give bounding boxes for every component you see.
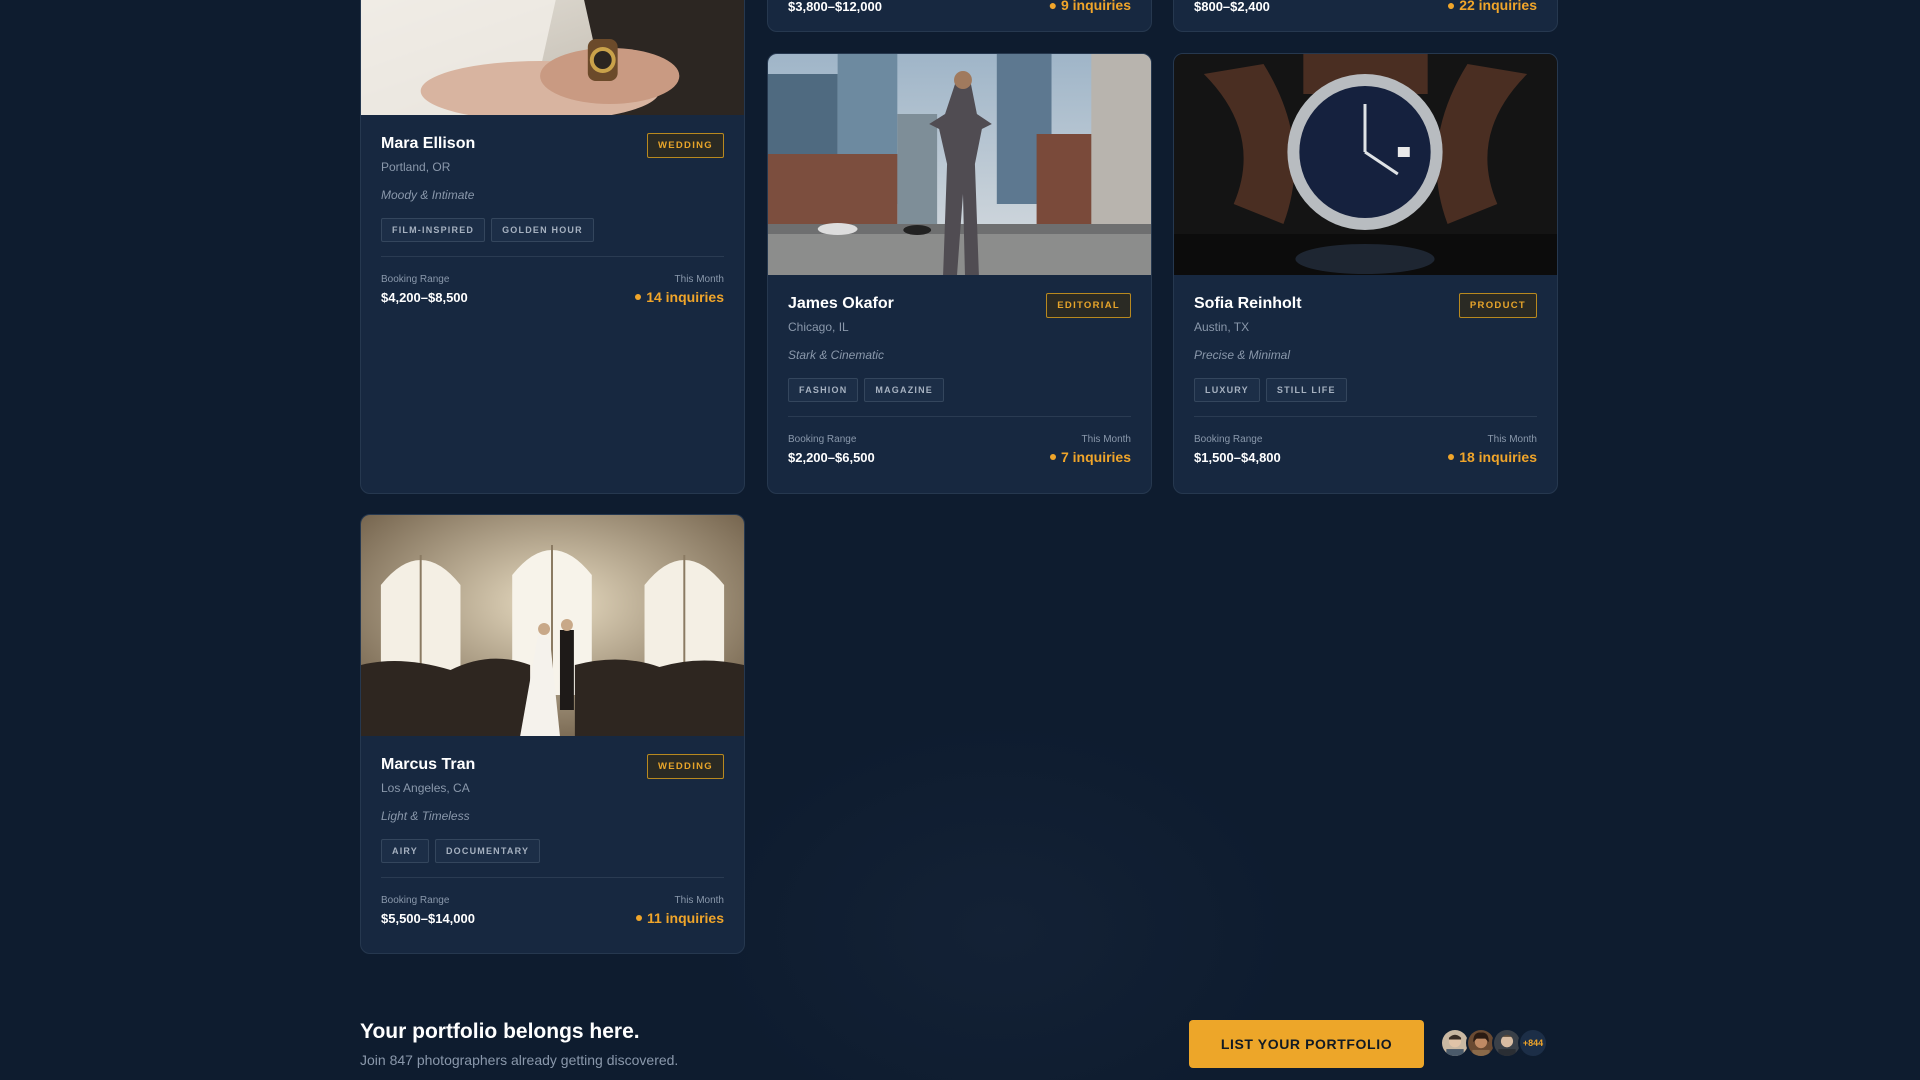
location: Portland, OR [381,160,451,174]
card-fragment[interactable]: $3,800–$12,000 ● 9 inquiries [767,0,1152,32]
photographer-card[interactable]: Sofia Reinholt Austin, TX Precise & Mini… [1173,53,1558,494]
card-stats: Booking Range $5,500–$14,000 This Month … [381,895,724,944]
booking-label: Booking Range [788,434,857,445]
month-label: This Month [1081,434,1131,445]
watch-product-image [1174,54,1557,275]
portfolio-photo[interactable] [361,515,744,736]
card-fragment[interactable]: $800–$2,400 ● 22 inquiries [1173,0,1558,32]
tag[interactable]: FASHION [788,378,859,402]
portfolio-photo[interactable] [768,54,1151,275]
inquiries-count: 18 inquiries [1448,449,1537,465]
tag[interactable]: MAGAZINE [864,378,945,402]
card-body: Sofia Reinholt Austin, TX Precise & Mini… [1174,275,1557,483]
photographer-card[interactable]: Mara Ellison Portland, OR Moody & Intima… [360,0,745,494]
card-body: Marcus Tran Los Angeles, CA Light & Time… [361,736,744,944]
tag-list: LUXURY STILL LIFE [1194,378,1537,402]
page: $3,800–$12,000 ● 9 inquiries $800–$2,400… [0,0,1920,1080]
booking-label: Booking Range [381,895,450,906]
photographer-card[interactable]: Marcus Tran Los Angeles, CA Light & Time… [360,514,745,954]
card-body: James Okafor Chicago, IL Stark & Cinemat… [768,275,1151,483]
avatar-count: +844 [1518,1028,1548,1058]
tag[interactable]: FILM-INSPIRED [381,218,486,242]
cta-title: Your portfolio belongs here. [360,1020,640,1043]
booking-price: $800–$2,400 [1194,0,1270,14]
booking-range: $5,500–$14,000 [381,911,475,926]
cta-subtitle: Join 847 photographers already getting d… [360,1052,679,1068]
card-stats: Booking Range $2,200–$6,500 This Month 7… [788,434,1131,483]
status-dot-icon [1448,454,1455,461]
inquiries-count: ● 9 inquiries [1048,0,1131,13]
location: Austin, TX [1194,320,1250,334]
month-label: This Month [1487,434,1537,445]
tag[interactable]: AIRY [381,839,429,863]
booking-range: $4,200–$8,500 [381,290,468,305]
card-body: Mara Ellison Portland, OR Moody & Intima… [361,115,744,323]
style-descriptor: Precise & Minimal [1194,348,1291,362]
location: Los Angeles, CA [381,781,470,795]
status-dot-icon [635,294,642,301]
booking-range: $1,500–$4,800 [1194,450,1281,465]
style-descriptor: Light & Timeless [381,809,470,823]
month-label: This Month [674,895,724,906]
divider [1194,416,1537,417]
booking-label: Booking Range [381,274,450,285]
category-badge: WEDDING [646,754,724,779]
category-badge: PRODUCT [1458,293,1537,318]
location: Chicago, IL [788,320,849,334]
list-portfolio-button[interactable]: LIST YOUR PORTFOLIO [1189,1020,1424,1068]
photographer-card[interactable]: James Okafor Chicago, IL Stark & Cinemat… [767,53,1152,494]
status-dot-icon [1049,454,1056,461]
city-fashion-image [768,54,1151,275]
booking-label: Booking Range [1194,434,1263,445]
tag-list: FILM-INSPIRED GOLDEN HOUR [381,218,724,242]
divider [381,877,724,878]
tag-list: AIRY DOCUMENTARY [381,839,724,863]
style-descriptor: Stark & Cinematic [788,348,885,362]
tag[interactable]: DOCUMENTARY [434,839,541,863]
category-badge: WEDDING [646,133,724,158]
tag[interactable]: STILL LIFE [1265,378,1347,402]
inquiries-count: 7 inquiries [1049,449,1131,465]
tag-list: FASHION MAGAZINE [788,378,1131,402]
tag[interactable]: LUXURY [1194,378,1260,402]
status-dot-icon [635,915,642,922]
wedding-ceremony-image [361,515,744,736]
inquiries-count: ● 22 inquiries [1446,0,1537,13]
category-badge: EDITORIAL [1046,293,1131,318]
divider [788,416,1131,417]
card-stats: Booking Range $1,500–$4,800 This Month 1… [1194,434,1537,483]
month-label: This Month [674,274,724,285]
avatar-stack: +844 [1440,1028,1548,1058]
wedding-hands-image [361,0,744,115]
divider [381,256,724,257]
tag[interactable]: GOLDEN HOUR [491,218,594,242]
inquiries-count: 14 inquiries [635,289,724,305]
booking-range: $2,200–$6,500 [788,450,875,465]
portfolio-photo[interactable] [1174,54,1557,275]
inquiries-count: 11 inquiries [635,910,724,926]
style-descriptor: Moody & Intimate [381,188,475,202]
card-stats: Booking Range $4,200–$8,500 This Month 1… [381,274,724,323]
booking-price: $3,800–$12,000 [788,0,882,14]
portfolio-photo[interactable] [361,0,744,115]
